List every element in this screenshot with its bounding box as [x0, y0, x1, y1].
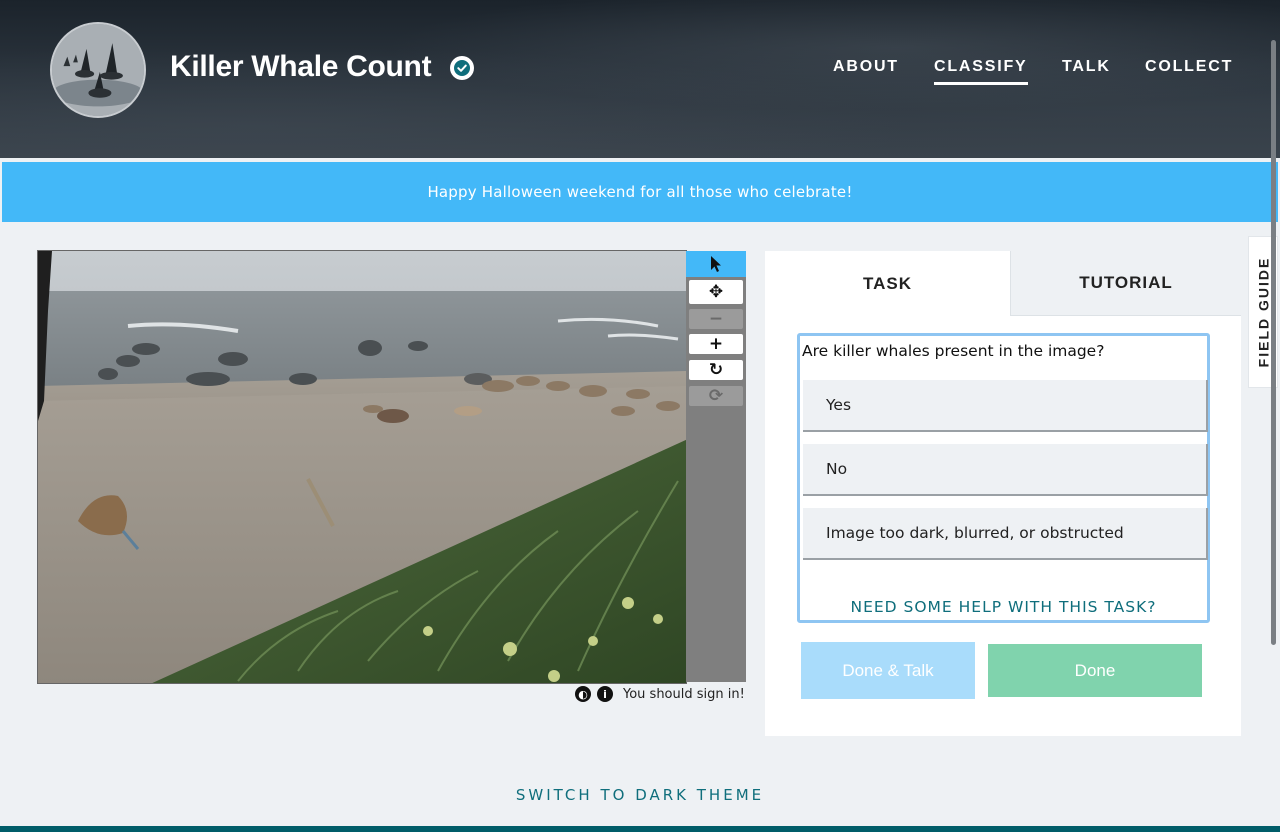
zoom-out-icon[interactable]: − [689, 309, 743, 329]
verified-badge-icon [450, 56, 474, 80]
image-toolbar: ✥ − + ↻ ⟳ [686, 251, 746, 682]
rotate-icon[interactable]: ↻ [689, 360, 743, 380]
answer-no[interactable]: No [803, 444, 1208, 496]
contrast-icon[interactable]: ◐ [575, 686, 591, 702]
answer-obstructed[interactable]: Image too dark, blurred, or obstructed [803, 508, 1208, 560]
project-header: Killer Whale Count ABOUT CLASSIFY TALK C… [0, 0, 1280, 158]
sign-in-prompt: You should sign in! [623, 686, 745, 702]
done-and-talk-button[interactable]: Done & Talk [801, 642, 975, 699]
nav-collect[interactable]: COLLECT [1145, 58, 1233, 76]
subject-viewer[interactable] [37, 250, 687, 684]
field-guide-label: FIELD GUIDE [1255, 256, 1272, 368]
whale-avatar-icon [52, 24, 144, 116]
viewer-meta: ◐ i You should sign in! [575, 686, 745, 702]
nav-classify[interactable]: CLASSIFY [934, 58, 1028, 85]
project-title[interactable]: Killer Whale Count [170, 50, 432, 84]
done-button[interactable]: Done [988, 644, 1202, 697]
tab-tutorial[interactable]: TUTORIAL [1010, 251, 1241, 316]
nav-about[interactable]: ABOUT [833, 58, 899, 76]
pointer-icon[interactable] [686, 251, 746, 277]
answer-yes[interactable]: Yes [803, 380, 1208, 432]
banner-message: Happy Halloween weekend for all those wh… [427, 183, 853, 201]
nav-talk[interactable]: TALK [1062, 58, 1111, 76]
footer-bar [0, 826, 1280, 832]
page-scrollbar[interactable] [1271, 40, 1276, 645]
zoom-in-icon[interactable]: + [689, 334, 743, 354]
move-icon[interactable]: ✥ [689, 280, 743, 304]
info-icon[interactable]: i [597, 686, 613, 702]
tab-task[interactable]: TASK [765, 251, 1010, 316]
subject-image[interactable] [38, 251, 687, 684]
reset-icon[interactable]: ⟳ [689, 386, 743, 406]
switch-theme-button[interactable]: SWITCH TO DARK THEME [0, 786, 1280, 804]
task-panel: TASK TUTORIAL Are killer whales present … [765, 251, 1241, 736]
announcement-banner: Happy Halloween weekend for all those wh… [2, 162, 1278, 222]
task-question: Are killer whales present in the image? [802, 342, 1105, 360]
task-question-box: Are killer whales present in the image? … [797, 333, 1210, 623]
project-avatar[interactable] [50, 22, 146, 118]
task-help-link[interactable]: NEED SOME HELP WITH THIS TASK? [800, 598, 1207, 616]
